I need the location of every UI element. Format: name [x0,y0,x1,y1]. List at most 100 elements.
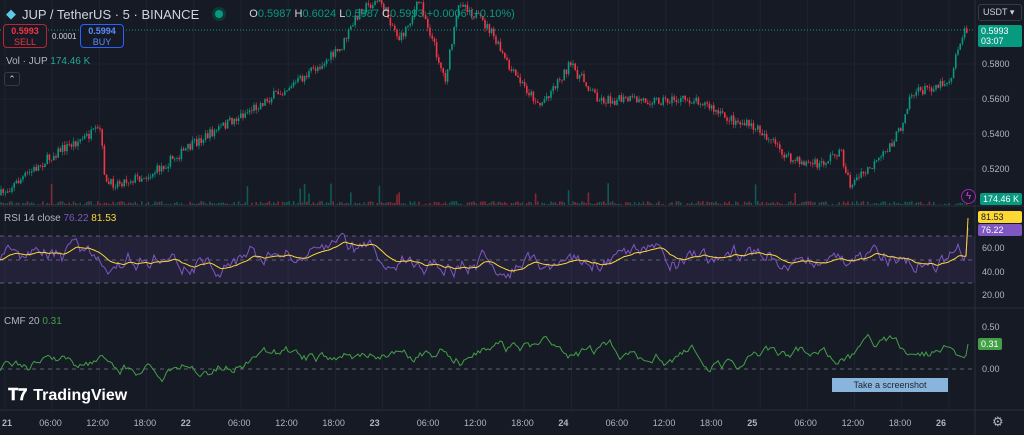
volume-bar [882,201,884,205]
candle [28,172,31,173]
volume-bar [592,203,594,205]
volume-bar [321,201,323,205]
price-tick: 0.5600 [982,94,1010,104]
volume-bar [6,203,9,205]
volume-bar [303,184,306,205]
candle [576,69,579,79]
candle [308,71,310,78]
candle [904,114,906,123]
candle [523,82,526,86]
candle [928,87,931,88]
time-tick: 06:00 [39,418,62,428]
candle [343,37,345,50]
volume-bar [88,201,90,205]
lightning-alert-icon[interactable]: ϟ [961,189,976,204]
candle [290,86,293,89]
volume-bar [693,204,695,205]
volume-bar [482,201,484,205]
volume-bar [191,203,194,205]
candle [169,156,172,167]
buy-button[interactable]: 0.5994 BUY [80,24,124,48]
volume-bar [594,203,596,205]
candle [17,180,20,184]
volume-bar [257,204,260,205]
volume-bar [42,201,44,205]
volume-bar [708,202,711,205]
volume-bar [611,201,614,205]
candle [838,149,840,157]
candle [59,148,62,152]
volume-bar [152,204,154,205]
chart-canvas[interactable] [0,0,1024,435]
candle [101,129,103,146]
candle [31,171,33,173]
volume-bar [433,201,436,205]
candle [198,138,200,146]
candle [270,98,273,103]
candle [211,129,213,137]
candle [88,133,90,139]
candle [638,98,640,103]
candle [253,104,255,111]
candle [649,104,651,105]
price-tick: 0.5800 [982,59,1010,69]
candle [449,49,451,70]
volume-bar [57,202,59,205]
volume-bar [598,201,601,205]
candle [400,32,403,41]
candle [891,143,893,147]
volume-bar [165,203,167,205]
volume-bar [396,194,398,205]
tradingview-logo[interactable]: 𝐓𝟕 TradingView [8,387,127,405]
candle [625,96,627,98]
volume-bar [380,202,383,205]
volume-bar [570,204,572,205]
candle [620,95,623,102]
volume-bar [530,202,532,205]
candle [677,101,680,103]
candle [200,138,202,143]
candle [814,159,816,165]
volume-bar [286,201,288,205]
volume-bar [559,201,561,205]
volume-bar [46,203,48,205]
symbol-title[interactable]: JUP / TetherUS · 5 · BINANCE [22,7,199,22]
rsi-tick: 60.00 [982,243,1005,253]
candle [127,182,130,184]
volume-bar [724,201,726,205]
candle [812,163,814,165]
volume-bar [405,203,407,205]
settings-gear-icon[interactable]: ⚙ [992,414,1004,430]
volume-bar [955,203,957,205]
candle [655,97,658,99]
time-tick: 12:00 [652,418,676,428]
volume-bar [281,201,284,205]
candle [510,69,513,71]
sell-button[interactable]: 0.5993 SELL [3,24,47,48]
collapse-legend-button[interactable]: ⌃ [4,72,20,86]
volume-bar [856,201,858,205]
candle [209,129,211,139]
volume-bar [875,203,878,205]
volume-bar [213,203,216,205]
candle [618,95,620,100]
volume-bar [649,202,651,205]
candle [889,143,891,152]
candle [884,151,887,152]
volume-bar [743,201,746,205]
candle [528,93,530,96]
volume-bar [836,204,838,205]
candle [856,177,858,180]
currency-select[interactable]: USDT ▾ [978,4,1022,21]
volume-bar [224,203,227,205]
candle [275,91,277,92]
candle [559,79,561,81]
volume-bar [66,204,68,205]
volume-bar [341,202,343,205]
volume-bar [541,202,543,205]
candle [440,62,442,69]
volume-bar [358,202,361,205]
candle [224,122,227,129]
volume-bar [728,201,730,205]
candle [94,127,97,129]
